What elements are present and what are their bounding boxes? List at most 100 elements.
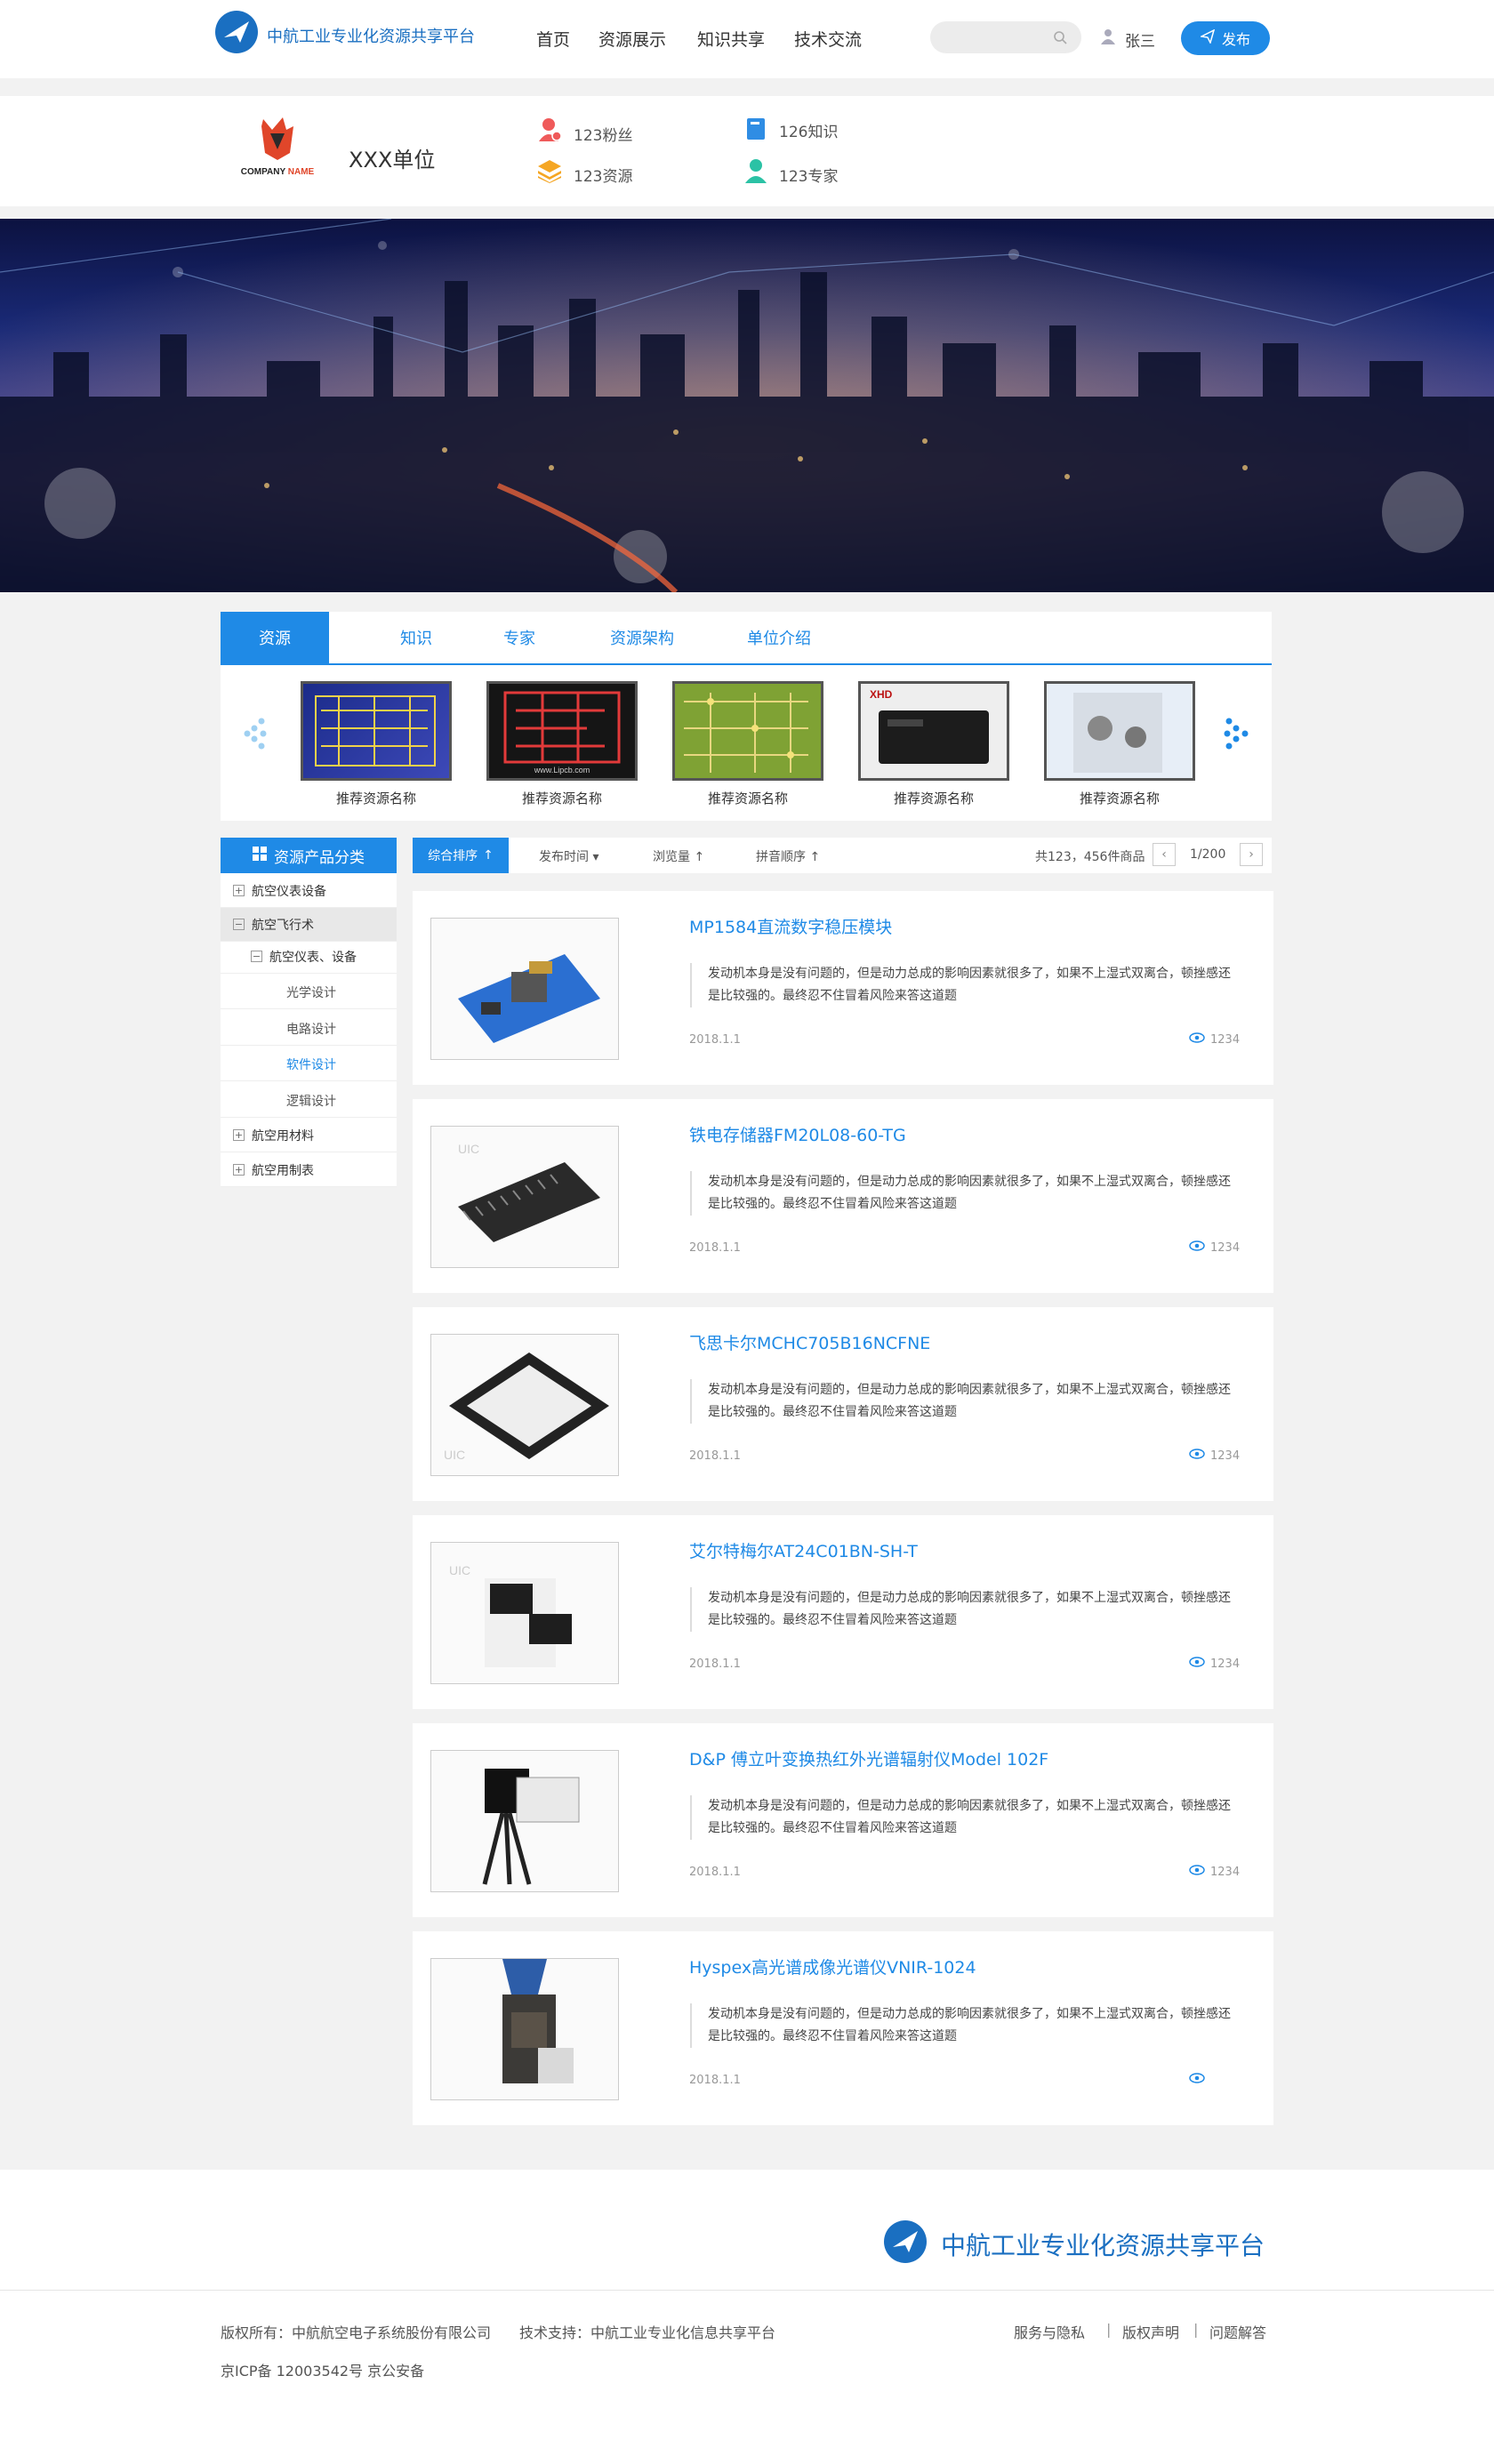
sort-publish-time[interactable]: 发布时间 ▾	[539, 847, 598, 865]
carousel-next-icon[interactable]	[1220, 716, 1250, 758]
category-item[interactable]: + 航空用制表	[221, 1153, 397, 1187]
resource-title[interactable]: Hyspex高光谱成像光谱仪VNIR-1024	[689, 1954, 976, 1978]
sort-views[interactable]: 浏览量 ↑	[653, 847, 704, 865]
arrow-up-icon: ↑	[809, 850, 821, 864]
collapse-icon[interactable]: −	[251, 951, 262, 962]
recommend-label[interactable]: 推荐资源名称	[486, 789, 638, 807]
expand-icon[interactable]: +	[233, 1164, 245, 1176]
category-title: 资源产品分类	[274, 848, 365, 867]
footer-copyright: 版权所有：中航航空电子系统股份有限公司	[221, 2324, 492, 2341]
resource-title[interactable]: 飞思卡尔MCHC705B16NCFNE	[689, 1330, 930, 1354]
view-count: 1234	[1189, 1449, 1240, 1463]
expand-icon[interactable]: +	[233, 1129, 245, 1141]
resource-thumb[interactable]	[430, 1750, 619, 1892]
nav-resources[interactable]: 资源展示	[598, 27, 666, 51]
collapse-icon[interactable]: −	[233, 919, 245, 930]
resource-title[interactable]: MP1584直流数字稳压模块	[689, 914, 892, 938]
resource-date: 2018.1.1	[689, 1033, 741, 1047]
eye-icon	[1189, 1865, 1205, 1879]
experts-icon	[743, 158, 768, 183]
total-count: 共123，456件商品	[1035, 850, 1145, 864]
username[interactable]: 张三	[1125, 28, 1155, 51]
page-indicator: 1/200	[1190, 847, 1226, 862]
recommend-label[interactable]: 推荐资源名称	[1044, 789, 1195, 807]
recommend-thumb[interactable]	[672, 681, 823, 781]
category-item[interactable]: − 航空仪表、设备	[221, 940, 397, 974]
resource-date: 2018.1.1	[689, 1866, 741, 1879]
footer-sep: |	[1193, 2321, 1199, 2338]
prev-page-button[interactable]: ‹	[1153, 843, 1176, 866]
city-banner-image	[0, 219, 1494, 592]
resource-desc: 发动机本身是没有问题的，但是动力总成的影响因素就很多了，如果不上湿式双离合，顿挫…	[690, 1587, 1233, 1632]
tab-knowledge[interactable]: 知识	[388, 612, 445, 663]
stat-experts[interactable]: 123专家	[779, 164, 838, 186]
stat-fans[interactable]: 123粉丝	[574, 123, 632, 145]
recommend-thumb[interactable]	[1044, 681, 1195, 781]
user-icon[interactable]	[1101, 28, 1115, 44]
view-count	[1189, 2073, 1210, 2087]
knowledge-icon	[743, 116, 768, 141]
resource-desc: 发动机本身是没有问题的，但是动力总成的影响因素就很多了，如果不上湿式双离合，顿挫…	[690, 2003, 1233, 2048]
category-subitem[interactable]: 电路设计	[221, 1012, 397, 1046]
carousel-prev-icon[interactable]	[242, 716, 272, 758]
resource-desc: 发动机本身是没有问题的，但是动力总成的影响因素就很多了，如果不上湿式双离合，顿挫…	[690, 1795, 1233, 1840]
nav-knowledge[interactable]: 知识共享	[697, 27, 765, 51]
footer-link-faq[interactable]: 问题解答	[1209, 2321, 1266, 2342]
recommend-label[interactable]: 推荐资源名称	[672, 789, 823, 807]
footer-link-privacy[interactable]: 服务与隐私	[1014, 2321, 1085, 2342]
fans-icon	[537, 116, 562, 141]
footer	[0, 2170, 1494, 2464]
category-subitem-active[interactable]: 软件设计	[221, 1047, 397, 1081]
resource-thumb[interactable]: UIC	[430, 1542, 619, 1684]
eye-icon	[1189, 1657, 1205, 1671]
stat-resources[interactable]: 123资源	[574, 164, 632, 186]
resources-icon	[537, 158, 562, 183]
category-item[interactable]: + 航空用材料	[221, 1119, 397, 1152]
company-name: XXX单位	[349, 148, 436, 173]
sort-pinyin[interactable]: 拼音顺序 ↑	[756, 847, 820, 865]
resource-thumb[interactable]	[430, 918, 619, 1060]
tab-architecture[interactable]: 资源架构	[598, 612, 687, 663]
search-icon[interactable]	[1053, 30, 1067, 48]
category-subitem[interactable]: 光学设计	[221, 975, 397, 1009]
next-page-button[interactable]: ›	[1240, 843, 1263, 866]
category-item[interactable]: + 航空仪表设备	[221, 874, 397, 908]
recommend-thumb[interactable]: www.Lipcb.com	[486, 681, 638, 781]
resource-thumb[interactable]	[430, 1958, 619, 2100]
view-count: 1234	[1189, 1240, 1240, 1255]
view-count: 1234	[1189, 1657, 1240, 1671]
svg-text:UIC: UIC	[458, 1142, 479, 1156]
footer-link-copyright[interactable]: 版权声明	[1122, 2321, 1179, 2342]
arrow-up-icon: ↑	[694, 850, 705, 864]
category-subitem[interactable]: 逻辑设计	[221, 1084, 397, 1118]
expand-icon[interactable]: +	[233, 885, 245, 896]
category-item[interactable]: − 航空飞行术	[221, 908, 397, 942]
arrow-down-icon: ▾	[592, 850, 599, 864]
sort-comprehensive[interactable]: 综合排序 ↑	[413, 838, 509, 873]
publish-label: 发布	[1221, 31, 1250, 48]
nav-tech[interactable]: 技术交流	[794, 27, 862, 51]
resource-title[interactable]: 艾尔特梅尔AT24C01BN-SH-T	[689, 1538, 918, 1562]
resource-title[interactable]: 铁电存储器FM20L08-60-TG	[689, 1122, 906, 1146]
resource-desc: 发动机本身是没有问题的，但是动力总成的影响因素就很多了，如果不上湿式双离合，顿挫…	[690, 1379, 1233, 1424]
resource-title[interactable]: D&P 傅立叶变换热红外光谱辐射仪Model 102F	[689, 1746, 1048, 1770]
nav-home[interactable]: 首页	[536, 27, 570, 51]
view-count: 1234	[1189, 1032, 1240, 1047]
recommend-label[interactable]: 推荐资源名称	[858, 789, 1009, 807]
recommend-thumb[interactable]: XHD	[858, 681, 1009, 781]
brand-logo-icon[interactable]	[215, 11, 258, 53]
brand-title[interactable]: 中航工业专业化资源共享平台	[267, 24, 475, 47]
recommend-label[interactable]: 推荐资源名称	[301, 789, 452, 807]
tab-experts[interactable]: 专家	[491, 612, 548, 663]
stat-knowledge[interactable]: 126知识	[779, 119, 838, 141]
resource-date: 2018.1.1	[689, 1657, 741, 1671]
tab-resources[interactable]: 资源	[221, 612, 329, 663]
publish-button[interactable]: 发布	[1181, 21, 1270, 55]
resource-thumb[interactable]: UIC	[430, 1126, 619, 1268]
svg-text:www.Lipcb.com: www.Lipcb.com	[534, 766, 590, 775]
footer-divider	[0, 2290, 1494, 2291]
recommend-thumb[interactable]	[301, 681, 452, 781]
footer-support: 技术支持：中航工业专业化信息共享平台	[519, 2324, 776, 2341]
tab-unit-intro[interactable]: 单位介绍	[735, 612, 823, 663]
resource-thumb[interactable]: UIC	[430, 1334, 619, 1476]
